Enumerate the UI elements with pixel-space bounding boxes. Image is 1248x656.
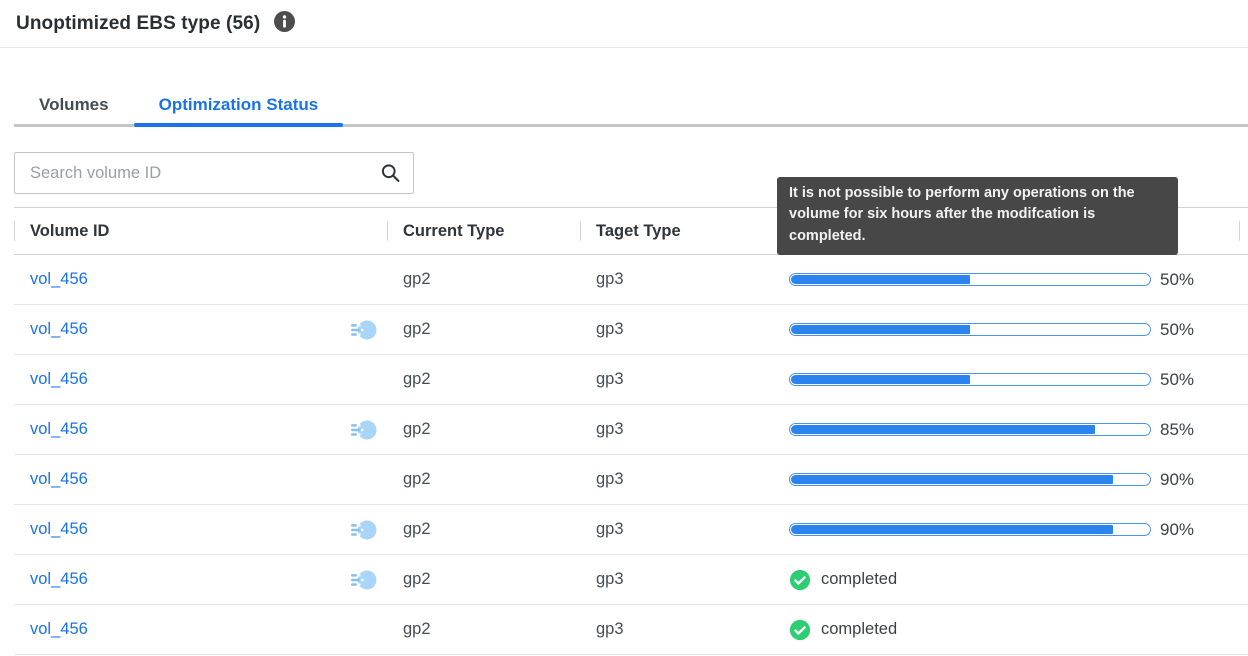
check-circle-icon: [789, 619, 811, 641]
page-header: Unoptimized EBS type (56): [0, 0, 1248, 48]
modification-status-cell: completed: [777, 605, 1248, 654]
column-header-label: Current Type: [403, 222, 504, 241]
column-header-current-type: Current Type: [387, 208, 580, 254]
volume-id-cell: vol_456: [14, 355, 387, 404]
target-type-cell: gp3: [580, 355, 777, 404]
fast-moving-volume-icon: [350, 417, 377, 442]
current-type-cell: gp2: [387, 455, 580, 504]
check-circle-icon: [789, 569, 811, 591]
fast-moving-volume-icon: [350, 567, 377, 592]
table-body: vol_456gp2gp350%vol_456 gp2gp350%vol_456…: [14, 255, 1248, 655]
progress-bar: [789, 423, 1151, 436]
progress-bar: [789, 373, 1151, 386]
volume-id-cell: vol_456: [14, 455, 387, 504]
volume-id-link[interactable]: vol_456: [30, 420, 88, 439]
table-row: vol_456 gp2gp3 90%: [14, 505, 1248, 555]
current-type-cell: gp2: [387, 505, 580, 554]
current-type-cell: gp2: [387, 405, 580, 454]
volume-id-cell: vol_456: [14, 505, 387, 554]
modification-status-cell: 90%: [777, 455, 1248, 504]
progress-bar-fill: [791, 425, 1095, 434]
fast-moving-volume-icon: [350, 517, 377, 542]
table-row: vol_456 gp2gp3 completed: [14, 555, 1248, 605]
table-row: vol_456 gp2gp3 completed: [14, 605, 1248, 655]
progress-percent: 90%: [1160, 470, 1194, 490]
column-header-volume-id: Volume ID: [14, 208, 387, 254]
search-input[interactable]: [14, 152, 414, 194]
current-type-cell: gp2: [387, 255, 580, 304]
page-title: Unoptimized EBS type (56): [16, 13, 260, 35]
volume-id-cell: vol_456: [14, 305, 387, 354]
volume-id-link[interactable]: vol_456: [30, 520, 88, 539]
target-type-cell: gp3: [580, 455, 777, 504]
status-completed-label: completed: [821, 570, 897, 589]
progress-bar: [789, 523, 1151, 536]
volume-id-cell: vol_456: [14, 255, 387, 304]
status-completed-label: completed: [821, 620, 897, 639]
volume-id-link[interactable]: vol_456: [30, 370, 88, 389]
modification-status-cell: 50%: [777, 255, 1248, 304]
volume-id-cell: vol_456: [14, 405, 387, 454]
column-header-label: Volume ID: [30, 222, 109, 241]
modification-status-tooltip: It is not possible to perform any operat…: [777, 177, 1178, 255]
search-icon[interactable]: [380, 163, 401, 184]
modification-status-cell: 90%: [777, 505, 1248, 554]
table-row: vol_456 gp2gp3 50%: [14, 255, 1248, 305]
progress-percent: 50%: [1160, 320, 1194, 340]
progress-bar-fill: [791, 525, 1113, 534]
current-type-cell: gp2: [387, 305, 580, 354]
volume-id-link[interactable]: vol_456: [30, 470, 88, 489]
modification-status-cell: 50%: [777, 355, 1248, 404]
target-type-cell: gp3: [580, 505, 777, 554]
modification-status-cell: 50%: [777, 305, 1248, 354]
column-header-target-type: Taget Type: [580, 208, 777, 254]
modification-status-cell: 85%: [777, 405, 1248, 454]
search-bar: [14, 152, 414, 194]
volumes-table: Volume ID Current Type Taget Type Modifi…: [14, 207, 1248, 655]
target-type-cell: gp3: [580, 405, 777, 454]
progress-bar-fill: [791, 325, 970, 334]
progress-bar-fill: [791, 375, 970, 384]
tab-bar: Volumes Optimization Status: [0, 48, 1248, 127]
progress-bar-fill: [791, 275, 970, 284]
table-row: vol_456 gp2gp3 85%: [14, 405, 1248, 455]
progress-bar: [789, 273, 1151, 286]
progress-percent: 90%: [1160, 520, 1194, 540]
title-info-slot: [260, 11, 295, 37]
target-type-cell: gp3: [580, 255, 777, 304]
table-row: vol_456 gp2gp3 50%: [14, 355, 1248, 405]
table-row: vol_456 gp2gp3 90%: [14, 455, 1248, 505]
info-icon[interactable]: [274, 11, 295, 32]
current-type-cell: gp2: [387, 555, 580, 604]
tooltip-text: It is not possible to perform any operat…: [789, 185, 1135, 244]
current-type-cell: gp2: [387, 355, 580, 404]
tab-volumes[interactable]: Volumes: [14, 83, 134, 127]
target-type-cell: gp3: [580, 605, 777, 654]
tab-optimization-status[interactable]: Optimization Status: [134, 83, 344, 127]
volume-id-link[interactable]: vol_456: [30, 570, 88, 589]
table-row: vol_456 gp2gp3 50%: [14, 305, 1248, 355]
column-header-label: Taget Type: [596, 222, 681, 241]
modification-status-cell: completed: [777, 555, 1248, 604]
current-type-cell: gp2: [387, 605, 580, 654]
volume-id-link[interactable]: vol_456: [30, 270, 88, 289]
volume-id-cell: vol_456: [14, 605, 387, 654]
progress-bar: [789, 473, 1151, 486]
progress-bar-fill: [791, 475, 1113, 484]
volume-id-link[interactable]: vol_456: [30, 320, 88, 339]
target-type-cell: gp3: [580, 305, 777, 354]
fast-moving-volume-icon: [350, 317, 377, 342]
volume-id-link[interactable]: vol_456: [30, 620, 88, 639]
progress-percent: 85%: [1160, 420, 1194, 440]
volume-id-cell: vol_456: [14, 555, 387, 604]
progress-percent: 50%: [1160, 370, 1194, 390]
target-type-cell: gp3: [580, 555, 777, 604]
progress-percent: 50%: [1160, 270, 1194, 290]
progress-bar: [789, 323, 1151, 336]
